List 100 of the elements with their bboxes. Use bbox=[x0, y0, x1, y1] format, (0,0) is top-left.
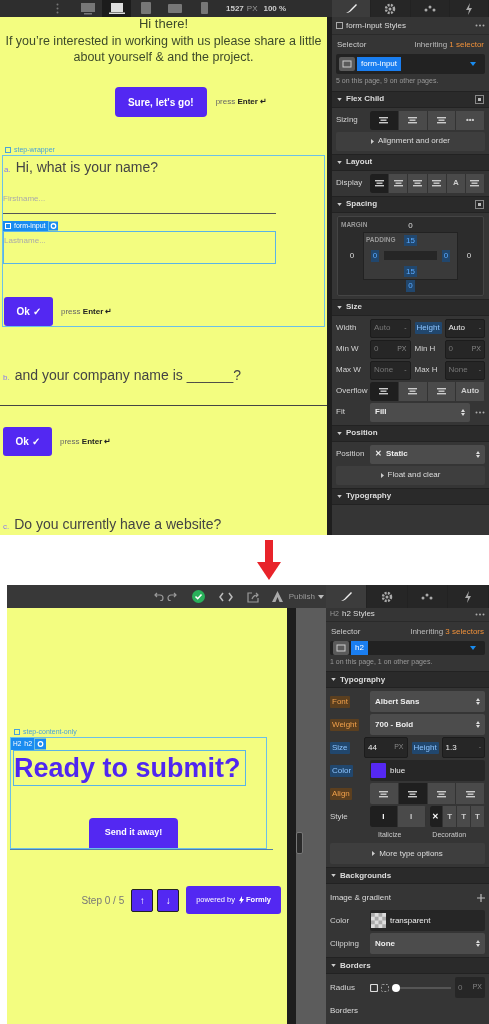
nav-button[interactable]: ↑ bbox=[131, 888, 154, 912]
expand-button[interactable]: Alignment and order bbox=[336, 131, 485, 151]
option-button[interactable]: T bbox=[443, 806, 458, 827]
heading: Ready to submit? bbox=[13, 750, 246, 786]
selector-chip[interactable]: h2 bbox=[351, 640, 368, 655]
spacing-value[interactable]: 0 bbox=[408, 219, 413, 232]
field-value: 1.3 bbox=[445, 741, 458, 754]
dropdown[interactable]: Fill bbox=[370, 402, 470, 422]
color-field[interactable]: blue bbox=[370, 760, 485, 781]
section-header[interactable]: Borders bbox=[326, 957, 489, 974]
field-label: Max H bbox=[414, 364, 438, 376]
scrollbar[interactable] bbox=[287, 608, 296, 1024]
section-header[interactable]: Flex Child bbox=[332, 90, 489, 108]
spacing-value[interactable]: 0 bbox=[466, 249, 472, 262]
publish-button[interactable]: Publish bbox=[271, 590, 324, 603]
field-label: Clipping bbox=[330, 937, 359, 950]
section-title: Borders bbox=[340, 959, 372, 972]
field-label: Overflow bbox=[336, 385, 368, 397]
section-header[interactable]: Position bbox=[332, 424, 489, 442]
start-button[interactable]: Sure, let's go! bbox=[114, 87, 207, 117]
text-input[interactable]: Lastname... bbox=[3, 231, 276, 264]
spacing-value[interactable]: 15 bbox=[404, 234, 417, 246]
dropdown-value: Static bbox=[386, 448, 409, 460]
dropdown[interactable]: 700 - Bold bbox=[370, 714, 485, 735]
dropdown-value: Albert Sans bbox=[375, 695, 421, 708]
nav-button[interactable]: ↓ bbox=[157, 888, 180, 912]
device-button[interactable] bbox=[102, 0, 131, 17]
option-button[interactable]: ✕ bbox=[429, 806, 444, 827]
panel-tab[interactable] bbox=[326, 585, 367, 608]
updown-icon bbox=[476, 450, 480, 458]
dashed-square-icon bbox=[381, 983, 389, 992]
more-icon[interactable] bbox=[475, 410, 485, 414]
section-header[interactable]: Spacing bbox=[332, 195, 489, 213]
question-text: Do you currently have a website? bbox=[14, 515, 222, 534]
submit-button[interactable]: Send it away! bbox=[89, 818, 178, 848]
key-hint: press Enter ↵ bbox=[215, 96, 268, 108]
panel-tab[interactable] bbox=[448, 585, 489, 608]
key-hint: press Enter ↵ bbox=[61, 305, 113, 318]
option-button[interactable] bbox=[370, 381, 399, 401]
caret-down-icon bbox=[337, 305, 342, 309]
option-button[interactable]: A bbox=[446, 173, 466, 193]
section-header[interactable]: Typography bbox=[332, 487, 489, 505]
ok-button[interactable]: Ok ✓ bbox=[4, 297, 53, 326]
question-text: Hi, what is your name? bbox=[15, 158, 159, 177]
expand-button[interactable]: Float and clear bbox=[336, 465, 485, 485]
text-input[interactable]: Firstname... bbox=[3, 183, 276, 214]
option-button[interactable]: I bbox=[370, 806, 398, 827]
section-title: Spacing bbox=[346, 198, 379, 210]
section-header[interactable]: Size bbox=[332, 298, 489, 316]
placeholder-text: None bbox=[374, 364, 395, 376]
spacing-value[interactable]: 15 bbox=[404, 265, 417, 277]
option-button[interactable]: T bbox=[457, 806, 472, 827]
redo-icon[interactable] bbox=[166, 592, 177, 601]
expand-button[interactable]: More type options bbox=[330, 843, 485, 864]
question-letter: a. bbox=[4, 164, 11, 176]
option-button[interactable] bbox=[370, 173, 390, 193]
field-label: Borders bbox=[330, 1004, 358, 1017]
selector-chip[interactable]: form-input bbox=[357, 57, 401, 71]
section-header[interactable]: Typography bbox=[326, 671, 489, 688]
dropdown[interactable]: Albert Sans bbox=[370, 691, 485, 712]
option-button[interactable]: I bbox=[397, 806, 426, 827]
inheriting-text: Inheriting 3 selectors bbox=[410, 625, 484, 638]
resize-handle[interactable] bbox=[296, 832, 303, 854]
panel-tab[interactable] bbox=[449, 0, 489, 17]
spacing-value[interactable]: 0 bbox=[441, 249, 451, 262]
code-icon[interactable] bbox=[218, 591, 233, 602]
caret-down-icon bbox=[337, 97, 342, 101]
placeholder-text: 0 bbox=[458, 981, 464, 994]
panel-tab[interactable] bbox=[332, 0, 372, 17]
ok-button[interactable]: Ok ✓ bbox=[3, 427, 52, 456]
field-label: Height bbox=[414, 322, 442, 334]
check-circle-icon[interactable] bbox=[191, 590, 205, 603]
section-title: Typography bbox=[346, 490, 393, 502]
caret-down-icon bbox=[337, 431, 342, 435]
selector-field[interactable]: h2 bbox=[330, 640, 485, 655]
caret-down-icon bbox=[470, 645, 476, 650]
intro-text: If you’re interested in working with us please share a little about yourself & and the project. bbox=[4, 33, 323, 65]
export-icon[interactable] bbox=[246, 590, 260, 603]
option-button[interactable] bbox=[370, 110, 399, 130]
prefix-symbol: ✕ bbox=[375, 448, 382, 460]
spacing-value[interactable]: 0 bbox=[370, 249, 380, 262]
option-button[interactable]: T bbox=[471, 806, 485, 827]
panel-tab[interactable] bbox=[371, 0, 411, 17]
selector-field[interactable]: form-input bbox=[336, 54, 485, 74]
spacing-value[interactable]: 0 bbox=[406, 279, 415, 292]
greeting-heading: Hi there! bbox=[137, 17, 190, 31]
dropdown[interactable]: ✕ Static bbox=[370, 444, 485, 464]
spacing-value[interactable]: 0 bbox=[349, 249, 355, 262]
section-header[interactable]: Layout bbox=[332, 153, 489, 171]
panel-tab[interactable] bbox=[366, 585, 408, 608]
color-field[interactable]: transparent bbox=[370, 910, 485, 931]
field-label: Style bbox=[330, 810, 348, 823]
section-header[interactable]: Backgrounds bbox=[326, 867, 489, 884]
dropdown[interactable]: None bbox=[370, 933, 485, 954]
gear-icon bbox=[379, 589, 394, 604]
slider-thumb[interactable] bbox=[392, 983, 400, 992]
option-button[interactable] bbox=[398, 783, 428, 804]
add-button[interactable] bbox=[477, 893, 485, 902]
triangle-icon bbox=[271, 591, 283, 602]
undo-icon[interactable] bbox=[153, 592, 164, 601]
